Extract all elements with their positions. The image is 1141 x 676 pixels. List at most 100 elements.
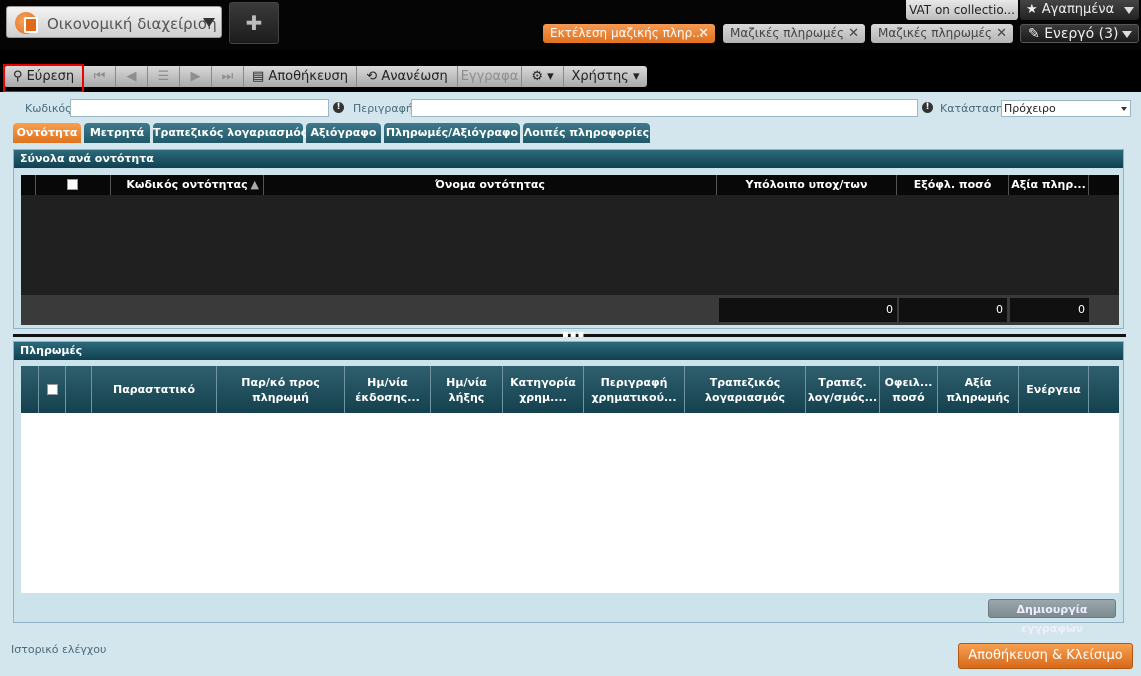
status-select[interactable]: Πρόχειρο bbox=[1001, 100, 1131, 117]
save-icon: ▤ bbox=[252, 69, 269, 84]
column-settled-amount[interactable]: Εξόφλ. ποσό bbox=[897, 175, 1009, 195]
description-label: Περιγραφή bbox=[353, 102, 413, 115]
splitter-handle-icon[interactable]: ▪▪▪ bbox=[562, 330, 585, 340]
sum-payment-value: 0 bbox=[1010, 298, 1089, 322]
chevron-down-icon bbox=[1124, 7, 1134, 14]
warning-icon: ! bbox=[333, 102, 344, 113]
chevron-down-icon bbox=[203, 18, 215, 27]
window-tab-mass-payments[interactable]: Μαζικές πληρωμές ✕ bbox=[723, 24, 865, 43]
previous-record-button[interactable]: ◀ bbox=[116, 66, 148, 87]
user-menu[interactable]: Χρήστης ▾ bbox=[564, 66, 647, 87]
top-bar: Οικονομική διαχείριση ✚ VAT on collectio… bbox=[0, 0, 1141, 50]
description-input[interactable] bbox=[411, 99, 918, 117]
payments-panel-title: Πληρωμές bbox=[14, 342, 1123, 360]
last-record-button[interactable]: ⏭ bbox=[212, 66, 244, 87]
column-document[interactable]: Παραστατικό bbox=[92, 366, 217, 413]
active-count-label: Ενεργό (3) bbox=[1044, 26, 1119, 42]
pencil-icon: ✎ bbox=[1028, 26, 1045, 42]
next-record-button[interactable]: ▶ bbox=[180, 66, 212, 87]
window-tab-label: Εκτέλεση μαζικής πληρ... bbox=[550, 26, 704, 40]
select-all-cell bbox=[39, 366, 66, 413]
tab-securities[interactable]: Αξιόγραφο bbox=[306, 123, 381, 143]
list-icon: ☰ bbox=[157, 69, 170, 84]
chevron-down-icon bbox=[1121, 107, 1127, 111]
close-icon[interactable]: ✕ bbox=[848, 24, 859, 43]
find-highlight bbox=[3, 64, 84, 93]
column-issue-date[interactable]: Ημ/νία έκδοσης... bbox=[345, 366, 431, 413]
close-icon[interactable]: ✕ bbox=[698, 24, 709, 43]
column-entity-name[interactable]: Όνομα οντότητας bbox=[264, 175, 717, 195]
tab-cash[interactable]: Μετρητά bbox=[84, 123, 150, 143]
refresh-label: Ανανέωση bbox=[381, 69, 448, 84]
status-label: Κατάσταση bbox=[940, 102, 1004, 115]
status-value: Πρόχειρο bbox=[1004, 102, 1056, 115]
favorites-label: ★ Αγαπημένα bbox=[1026, 2, 1115, 17]
gear-icon: ⚙ ▾ bbox=[531, 69, 554, 84]
row-indicator-header bbox=[66, 366, 92, 413]
column-label: Κωδικός οντότητας bbox=[126, 178, 248, 191]
column-bank-account[interactable]: Τραπεζικός λογαριασμός bbox=[685, 366, 806, 413]
first-icon: ⏮ bbox=[93, 69, 106, 84]
sum-settled: 0 bbox=[899, 298, 1007, 322]
refresh-button[interactable]: ⟲ Ανανέωση bbox=[357, 66, 458, 87]
code-input[interactable] bbox=[70, 99, 329, 117]
payments-grid-body bbox=[21, 413, 1119, 593]
previous-icon: ◀ bbox=[126, 69, 137, 84]
column-entity-code[interactable]: Κωδικός οντότητας ▲ bbox=[111, 175, 264, 195]
column-cash-description[interactable]: Περιγραφή χρηματικού... bbox=[584, 366, 685, 413]
totals-grid: Κωδικός οντότητας ▲ Όνομα οντότητας Υπόλο… bbox=[21, 175, 1119, 325]
payments-grid-header: Παραστατικό Παρ/κό προς πληρωμή Ημ/νία έ… bbox=[21, 366, 1119, 413]
list-button[interactable]: ☰ bbox=[148, 66, 180, 87]
row-handle-header bbox=[21, 175, 36, 195]
record-label: Εγγραφα bbox=[460, 69, 519, 84]
tab-payments-securities[interactable]: Πληρωμές/Αξιόγραφο bbox=[384, 123, 520, 143]
column-due-amount[interactable]: Οφειλ... ποσό bbox=[880, 366, 938, 413]
column-cash-category[interactable]: Κατηγορία χρημ.... bbox=[503, 366, 584, 413]
column-payment-value[interactable]: Αξία πληρωμής bbox=[938, 366, 1019, 413]
column-payment-value[interactable]: Αξία πληρ... bbox=[1009, 175, 1089, 195]
select-all-checkbox[interactable] bbox=[46, 384, 58, 395]
module-title: Οικονομική διαχείριση bbox=[47, 15, 217, 33]
column-action[interactable]: Ενέργεια bbox=[1019, 366, 1089, 413]
column-bank-account-2[interactable]: Τραπεζ. λογ/σμός... bbox=[806, 366, 880, 413]
active-windows-menu[interactable]: ✎ Ενεργό (3) bbox=[1020, 24, 1139, 43]
column-due-date[interactable]: Ημ/νία λήξης bbox=[431, 366, 503, 413]
record-button[interactable]: Εγγραφα bbox=[458, 66, 522, 87]
vat-shortcut[interactable]: VAT on collectio... bbox=[906, 0, 1018, 20]
sort-asc-icon: ▲ bbox=[250, 178, 259, 191]
tab-bank-account[interactable]: Τραπεζικός λογαριασμός bbox=[153, 123, 307, 143]
favorites-menu[interactable]: ★ Αγαπημένα bbox=[1020, 0, 1139, 20]
module-selector[interactable]: Οικονομική διαχείριση bbox=[6, 6, 222, 38]
window-tab-mass-payment-run[interactable]: Εκτέλεση μαζικής πληρ... ✕ bbox=[543, 24, 715, 43]
tab-entity[interactable]: Οντότητα bbox=[13, 123, 81, 143]
row-handle-header bbox=[21, 366, 39, 413]
window-tab-label: Μαζικές πληρωμές bbox=[730, 26, 845, 40]
code-label: Κωδικός bbox=[25, 102, 72, 115]
puzzle-icon: ✚ bbox=[245, 11, 263, 35]
audit-history-link[interactable]: Ιστορικό ελέγχου bbox=[11, 643, 106, 656]
select-all-cell bbox=[36, 175, 111, 195]
toolbar: ⚲ Εύρεση ⏮ ◀ ☰ ▶ ⏭ ▤ Αποθήκευση ⟲ Ανανέω… bbox=[0, 62, 1141, 90]
settings-menu[interactable]: ⚙ ▾ bbox=[522, 66, 564, 87]
save-button[interactable]: ▤ Αποθήκευση bbox=[244, 66, 357, 87]
window-tab-mass-payments-2[interactable]: Μαζικές πληρωμές ✕ bbox=[871, 24, 1013, 43]
save-and-close-button[interactable]: Αποθήκευση & Κλείσιμο bbox=[958, 643, 1133, 669]
sum-obligations: 0 bbox=[719, 298, 897, 322]
column-obligations-balance[interactable]: Υπόλοιπο υποχ/των bbox=[717, 175, 897, 195]
user-label: Χρήστης bbox=[571, 69, 629, 84]
last-icon: ⏭ bbox=[221, 69, 234, 84]
chevron-down-icon bbox=[1122, 31, 1132, 38]
save-label: Αποθήκευση bbox=[268, 69, 348, 84]
column-doc-to-pay[interactable]: Παρ/κό προς πληρωμή bbox=[217, 366, 345, 413]
toolbar-buttons: ⚲ Εύρεση ⏮ ◀ ☰ ▶ ⏭ ▤ Αποθήκευση ⟲ Ανανέω… bbox=[4, 66, 647, 87]
finance-logo-icon bbox=[15, 12, 38, 34]
plugins-button[interactable]: ✚ bbox=[229, 2, 279, 44]
create-records-button[interactable]: Δημιουργία εγγραφών bbox=[988, 599, 1116, 635]
first-record-button[interactable]: ⏮ bbox=[84, 66, 116, 87]
close-icon[interactable]: ✕ bbox=[996, 24, 1007, 43]
totals-grid-footer: 0 0 0 bbox=[21, 295, 1119, 325]
select-all-checkbox[interactable] bbox=[67, 179, 78, 190]
refresh-icon: ⟲ bbox=[366, 69, 382, 84]
window-tab-label: Μαζικές πληρωμές bbox=[878, 26, 993, 40]
tab-other-info[interactable]: Λοιπές πληροφορίες bbox=[523, 123, 650, 143]
